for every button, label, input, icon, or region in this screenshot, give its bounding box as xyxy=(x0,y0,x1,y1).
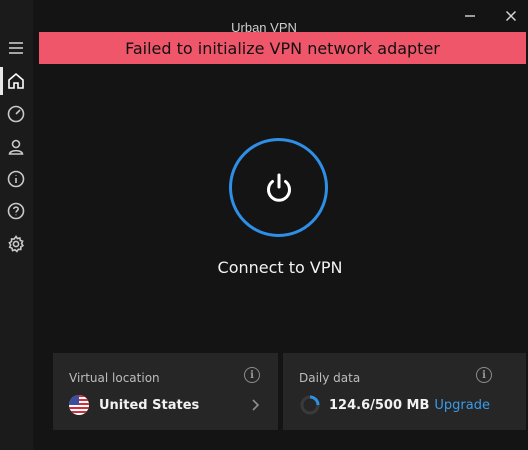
power-icon xyxy=(266,173,291,202)
location-card-label: Virtual location xyxy=(69,371,160,385)
us-flag-icon xyxy=(69,395,89,415)
close-icon[interactable] xyxy=(501,6,521,26)
help-icon[interactable] xyxy=(3,198,29,224)
upgrade-link[interactable]: Upgrade xyxy=(434,398,490,413)
location-value: United States xyxy=(99,398,200,413)
connect-label[interactable]: Connect to VPN xyxy=(180,258,380,277)
home-icon[interactable] xyxy=(3,68,29,94)
sidebar xyxy=(0,0,33,450)
chevron-right-icon[interactable] xyxy=(250,398,260,412)
data-info-icon[interactable]: i xyxy=(476,367,492,383)
connect-power-button[interactable] xyxy=(229,138,328,237)
data-usage-ring xyxy=(300,395,320,415)
settings-icon[interactable] xyxy=(3,231,29,257)
location-info-icon[interactable]: i xyxy=(244,367,260,383)
error-banner-text: Failed to initialize VPN network adapter xyxy=(125,38,440,58)
menu-icon[interactable] xyxy=(3,35,29,61)
daily-data-card: Daily data i 124.6/500 MB Upgrade xyxy=(283,353,526,430)
minimize-icon[interactable] xyxy=(460,6,480,26)
daily-data-value: 124.6/500 MB xyxy=(329,398,430,413)
info-icon[interactable] xyxy=(3,166,29,192)
account-icon[interactable] xyxy=(3,134,29,160)
speed-icon[interactable] xyxy=(3,101,29,127)
daily-data-label: Daily data xyxy=(299,371,361,385)
error-banner: Failed to initialize VPN network adapter xyxy=(39,32,526,64)
location-card[interactable]: Virtual location i United States xyxy=(53,353,278,430)
